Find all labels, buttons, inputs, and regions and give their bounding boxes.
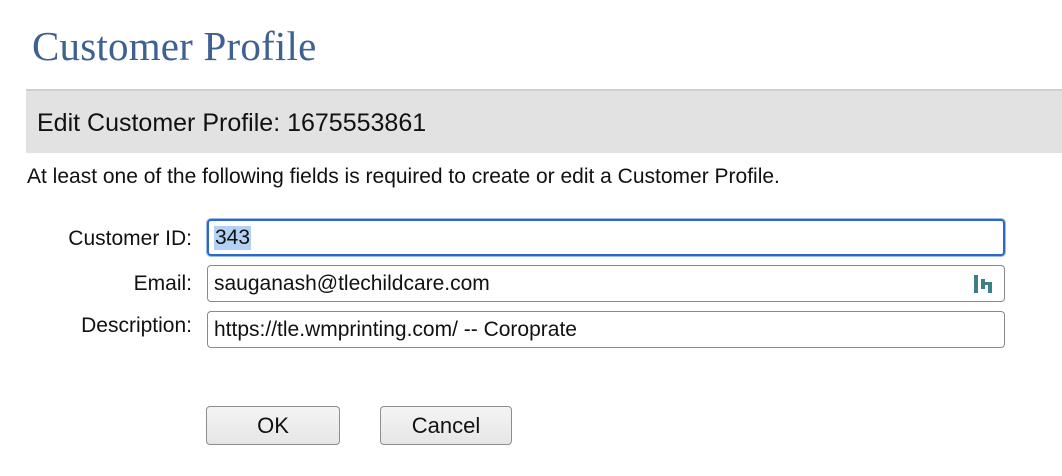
- ok-button[interactable]: OK: [206, 406, 340, 445]
- customer-id-label: Customer ID:: [68, 227, 192, 250]
- section-header-title: Edit Customer Profile: 1675553861: [37, 109, 427, 137]
- email-label: Email:: [133, 272, 192, 295]
- customer-id-value: 343: [214, 225, 252, 250]
- description-label: Description:: [81, 314, 192, 337]
- description-input[interactable]: https://tle.wmprinting.com/ -- Coroprate: [207, 311, 1005, 348]
- section-header: Edit Customer Profile: 1675553861: [26, 89, 1062, 153]
- customer-id-input[interactable]: 343: [207, 219, 1005, 256]
- page-title: Customer Profile: [32, 23, 317, 69]
- password-manager-icon[interactable]: [972, 273, 994, 295]
- email-input[interactable]: sauganash@tlechildcare.com: [207, 265, 1005, 302]
- description-value: https://tle.wmprinting.com/ -- Coroprate: [214, 317, 577, 341]
- cancel-button[interactable]: Cancel: [380, 406, 512, 445]
- email-value: sauganash@tlechildcare.com: [214, 271, 490, 295]
- form-instructions: At least one of the following fields is …: [27, 165, 780, 188]
